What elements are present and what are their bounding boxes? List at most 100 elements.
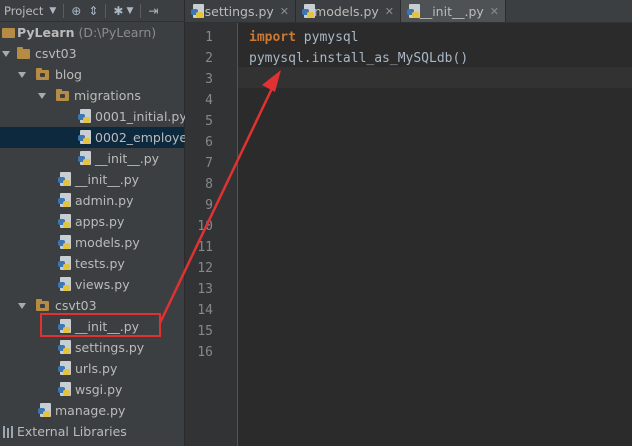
- code-text: pymysql: [295, 30, 359, 45]
- expand-arrow-icon[interactable]: [38, 93, 46, 99]
- python-file-icon: [58, 361, 72, 376]
- tree-label: 0002_employee: [95, 130, 195, 145]
- close-icon[interactable]: ✕: [490, 5, 499, 18]
- line-number: 3: [205, 72, 213, 87]
- python-file-icon: [58, 172, 72, 187]
- tree-label: __init__.py: [95, 151, 160, 166]
- package-folder-icon: [36, 68, 49, 80]
- toolbar-separator: [63, 3, 65, 18]
- tab-init[interactable]: __init__.py ✕: [401, 0, 506, 22]
- gear-dropdown-icon[interactable]: ▼: [126, 6, 133, 16]
- expand-arrow-icon[interactable]: [18, 303, 26, 309]
- tree-label: csvt03: [35, 46, 77, 61]
- tree-row-file[interactable]: settings.py: [0, 337, 184, 358]
- tree-row-package[interactable]: migrations: [0, 85, 184, 106]
- annotation-highlight-box: [40, 313, 161, 337]
- tree-label: wsgi.py: [75, 382, 123, 397]
- tree-label: urls.py: [75, 361, 118, 376]
- line-number: 6: [205, 135, 213, 150]
- tree-label-project-path: (D:\PyLearn): [78, 25, 157, 40]
- python-file-icon: [407, 3, 420, 19]
- python-file-icon: [78, 109, 92, 124]
- tree-row-file[interactable]: __init__.py: [0, 169, 184, 190]
- tab-label: models.py: [314, 3, 379, 19]
- tab-label: settings.py: [204, 3, 274, 19]
- expand-arrow-icon[interactable]: [2, 51, 10, 57]
- tree-label: admin.py: [75, 193, 134, 208]
- tree-row-file[interactable]: admin.py: [0, 190, 184, 211]
- python-file-icon: [78, 130, 92, 145]
- python-file-icon: [302, 3, 315, 19]
- code-text: pymysql.install_as_MySQLdb(): [249, 51, 469, 66]
- toolbar-separator: [105, 3, 107, 18]
- python-file-icon: [191, 3, 204, 19]
- line-number: 11: [197, 240, 213, 255]
- line-number: 1: [205, 30, 213, 45]
- gear-icon[interactable]: ✱: [113, 4, 123, 18]
- dropdown-icon[interactable]: ▼: [49, 6, 56, 16]
- hide-panel-icon[interactable]: ⇥: [148, 4, 158, 18]
- tree-row-file[interactable]: wsgi.py: [0, 379, 184, 400]
- library-icon: [3, 426, 13, 438]
- scroll-from-source-icon[interactable]: ⊕: [71, 4, 81, 18]
- python-file-icon: [58, 256, 72, 271]
- code-keyword: import: [249, 30, 296, 45]
- close-icon[interactable]: ✕: [385, 5, 394, 18]
- tree-row-file-selected[interactable]: 0002_employee: [0, 127, 195, 148]
- tree-row-file[interactable]: manage.py: [0, 400, 184, 421]
- line-number: 8: [205, 177, 213, 192]
- code-line-1[interactable]: import pymysql: [249, 27, 359, 48]
- package-folder-icon: [56, 89, 69, 101]
- python-file-icon: [58, 214, 72, 229]
- python-file-icon: [78, 151, 92, 166]
- python-file-icon: [38, 403, 52, 418]
- tree-label: manage.py: [55, 403, 126, 418]
- tree-label: csvt03: [55, 298, 97, 313]
- python-file-icon: [58, 193, 72, 208]
- tree-row-file[interactable]: __init__.py: [0, 148, 184, 169]
- line-number: 12: [197, 261, 213, 276]
- tree-row-package[interactable]: blog: [0, 64, 184, 85]
- tree-row-file[interactable]: tests.py: [0, 253, 184, 274]
- tree-label: tests.py: [75, 256, 125, 271]
- line-number: 9: [205, 198, 213, 213]
- python-file-icon: [58, 340, 72, 355]
- project-panel: Project ▼ ⊕ ⇕ ✱ ▼ ⇥ PyLearn (D:\PyLearn)…: [0, 0, 195, 446]
- line-number: 14: [197, 303, 213, 318]
- tree-row-external-libraries[interactable]: External Libraries: [0, 421, 184, 442]
- folder-icon: [17, 47, 30, 59]
- tree-label: 0001_initial.py: [95, 109, 187, 124]
- line-number: 15: [197, 324, 213, 339]
- tree-row-file[interactable]: urls.py: [0, 358, 184, 379]
- line-number: 5: [205, 114, 213, 129]
- tree-label: models.py: [75, 235, 140, 250]
- tab-models[interactable]: models.py ✕: [296, 0, 401, 22]
- tree-row-folder[interactable]: csvt03: [0, 43, 184, 64]
- tree-row-project-root[interactable]: PyLearn (D:\PyLearn): [0, 22, 184, 43]
- tree-label: blog: [55, 67, 82, 82]
- tree-row-file[interactable]: apps.py: [0, 211, 184, 232]
- line-number: 13: [197, 282, 213, 297]
- tab-label: __init__.py: [419, 3, 484, 19]
- toolbar-separator: [140, 3, 142, 18]
- line-number: 7: [205, 156, 213, 171]
- editor-tab-bar: settings.py ✕ models.py ✕ __init__.py ✕: [185, 0, 632, 23]
- line-number: 10: [197, 219, 213, 234]
- tree-label-project: PyLearn: [17, 25, 75, 40]
- package-folder-icon: [36, 299, 49, 311]
- close-icon[interactable]: ✕: [280, 5, 289, 18]
- project-panel-title[interactable]: Project: [4, 4, 43, 18]
- tree-label: views.py: [75, 277, 130, 292]
- python-file-icon: [58, 277, 72, 292]
- tree-row-file[interactable]: 0001_initial.py: [0, 106, 187, 127]
- python-file-icon: [58, 235, 72, 250]
- expand-arrow-icon[interactable]: [18, 72, 26, 78]
- tree-row-file[interactable]: views.py: [0, 274, 184, 295]
- tree-label: apps.py: [75, 214, 125, 229]
- tree-row-file[interactable]: models.py: [0, 232, 184, 253]
- collapse-all-icon[interactable]: ⇕: [88, 4, 98, 18]
- code-line-2[interactable]: pymysql.install_as_MySQLdb(): [249, 48, 468, 69]
- line-number: 16: [197, 345, 213, 360]
- tab-settings[interactable]: settings.py ✕: [185, 0, 296, 22]
- tree-label: __init__.py: [75, 172, 140, 187]
